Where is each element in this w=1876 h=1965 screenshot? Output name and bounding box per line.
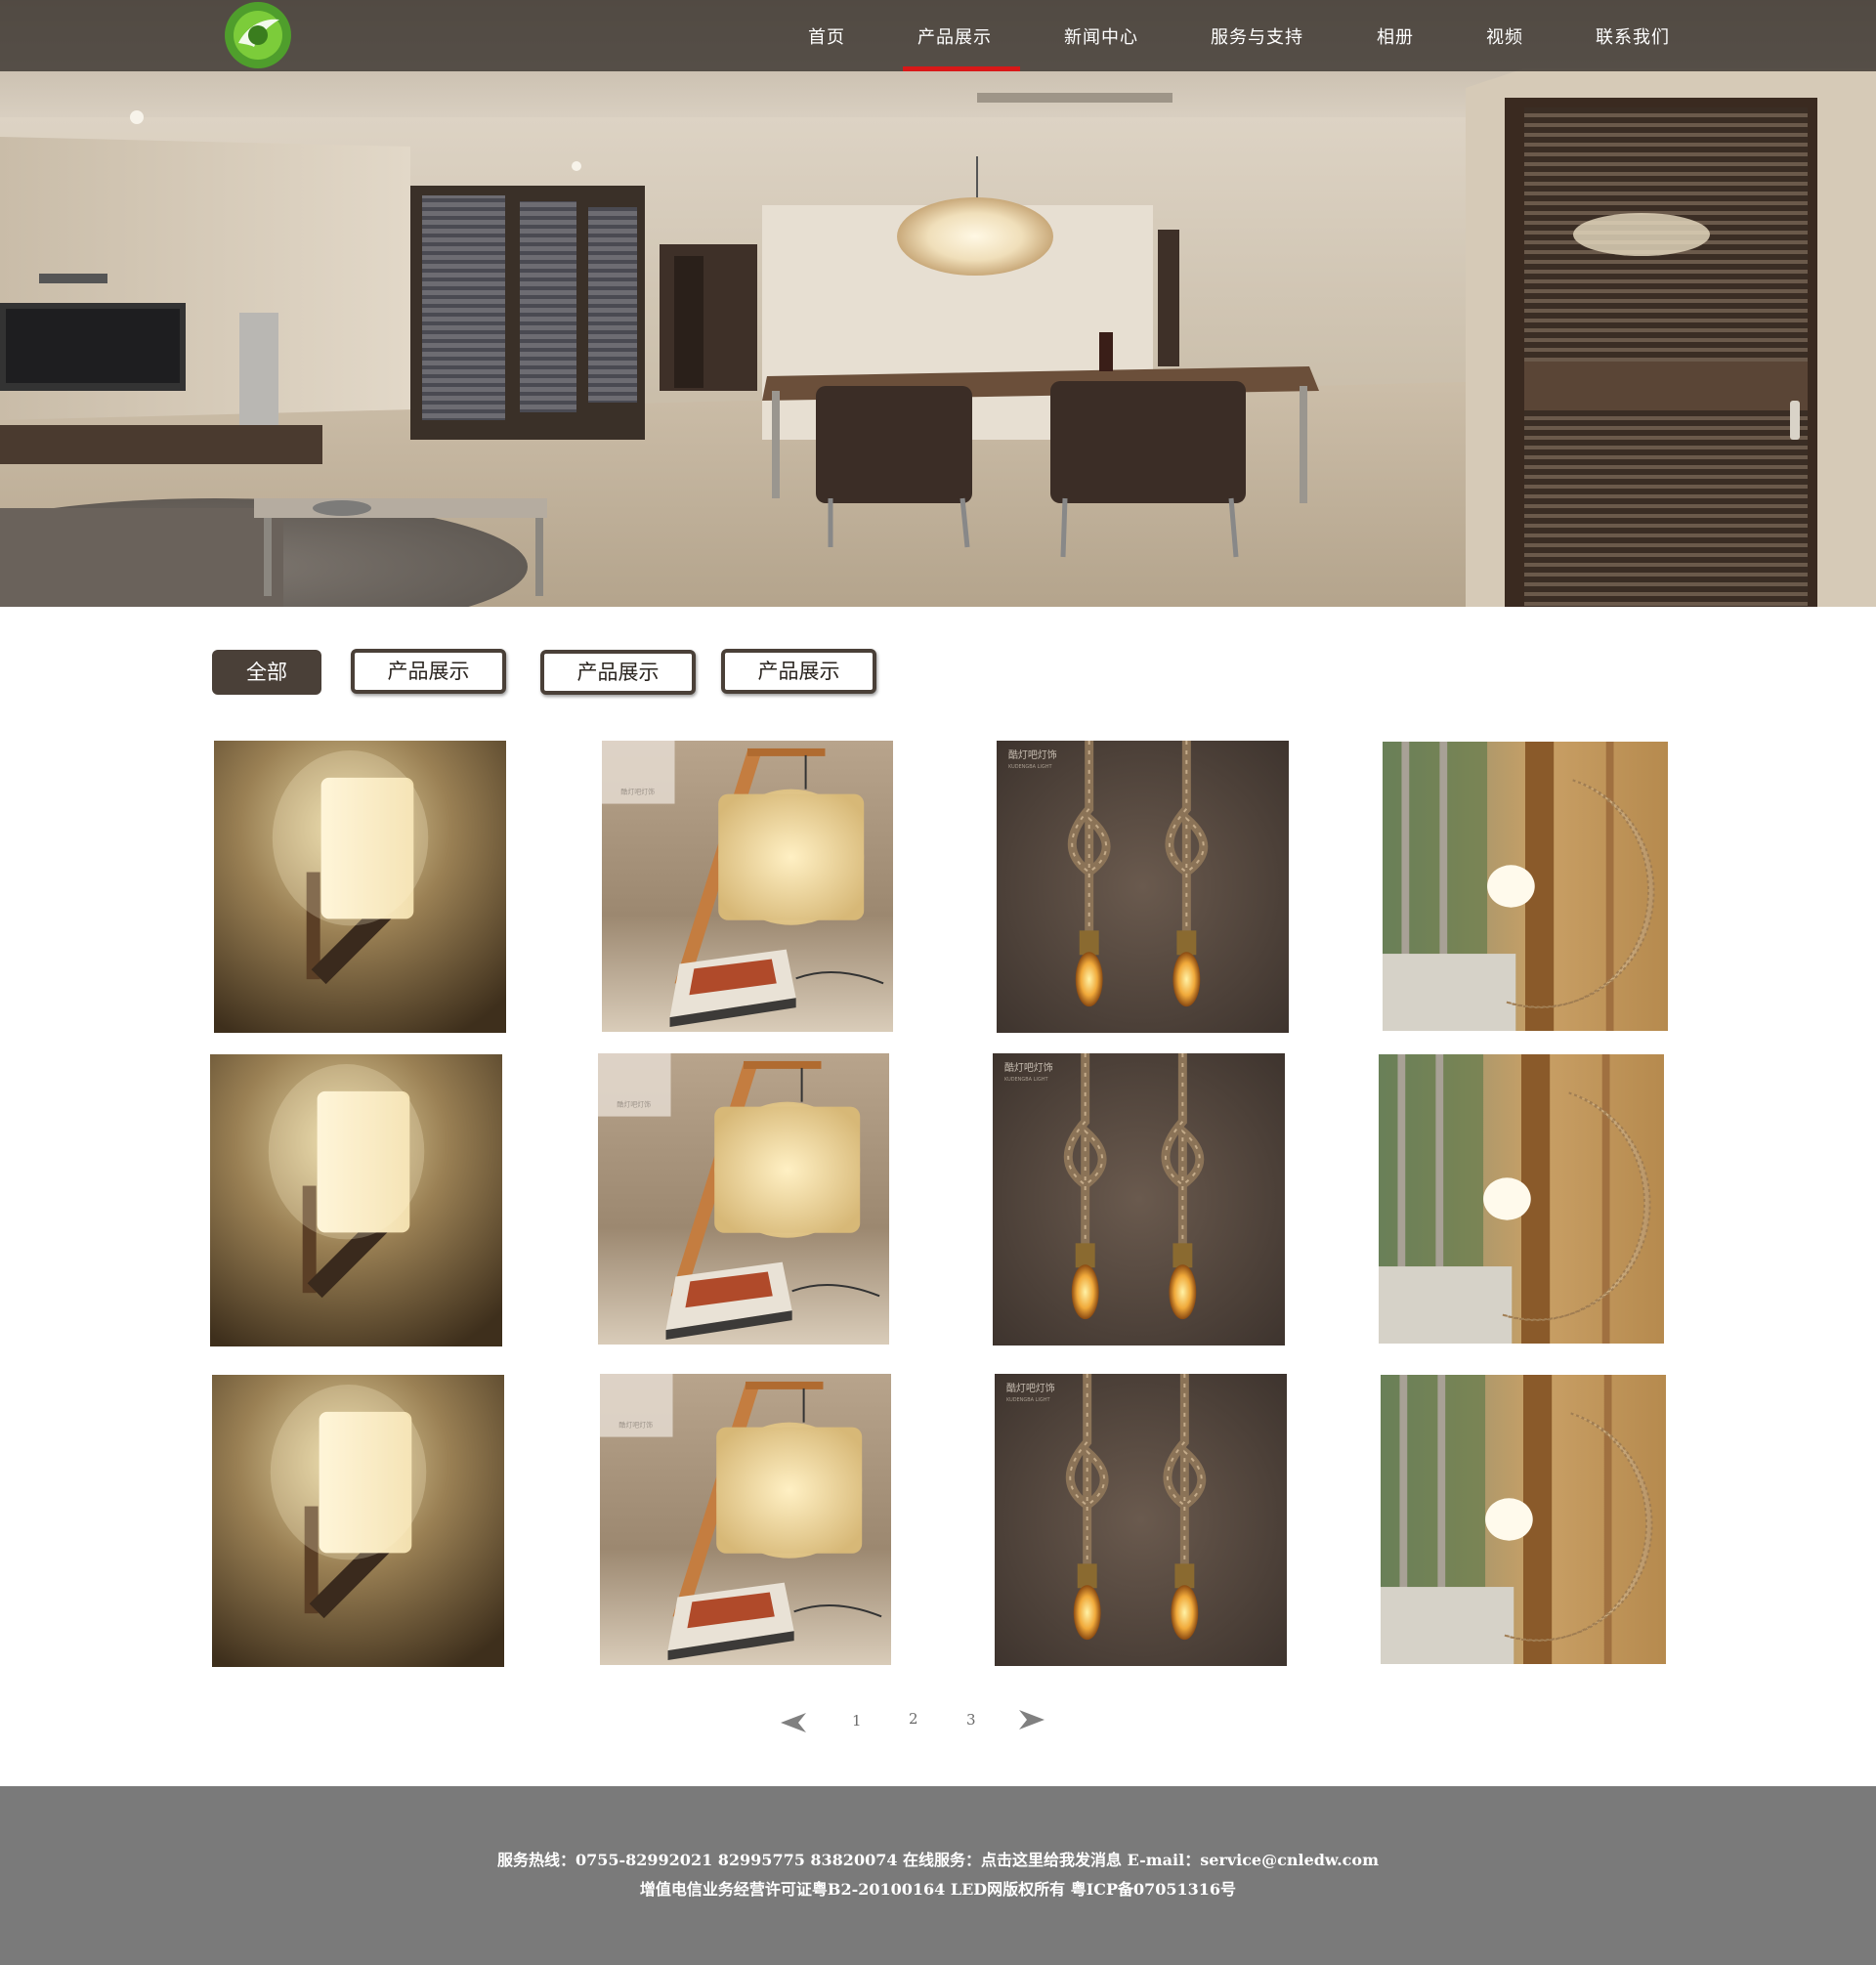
- footer-contact-line: 服务热线：0755-82992021 82995775 83820074 在线服…: [496, 1851, 1380, 1869]
- page-link-1[interactable]: 1: [852, 1712, 862, 1730]
- product-rope-pendant[interactable]: [993, 1053, 1285, 1346]
- leaf-circle-logo-icon[interactable]: [223, 0, 293, 70]
- nav-item-products[interactable]: 产品展示: [917, 23, 992, 49]
- moon-lamp-image: [1379, 1054, 1664, 1344]
- nav-item-album[interactable]: 相册: [1377, 23, 1414, 49]
- filter-tab-products-2[interactable]: 产品展示: [540, 650, 696, 695]
- floor-lamp-image: [600, 1374, 891, 1665]
- moon-lamp-image: [1381, 1375, 1666, 1664]
- active-nav-indicator: [903, 66, 1020, 71]
- floor-lamp-image: [602, 741, 893, 1032]
- nav-item-contact[interactable]: 联系我们: [1596, 23, 1670, 49]
- rope-pendant-image: [993, 1053, 1285, 1346]
- nav-item-service[interactable]: 服务与支持: [1211, 23, 1303, 49]
- filter-tab-products-1[interactable]: 产品展示: [351, 649, 506, 694]
- product-floor-lamp[interactable]: [600, 1374, 891, 1665]
- filter-tab-products-3[interactable]: 产品展示: [721, 649, 876, 694]
- product-wall-sconce[interactable]: [212, 1375, 504, 1667]
- product-floor-lamp[interactable]: [602, 741, 893, 1032]
- nav-item-news[interactable]: 新闻中心: [1064, 23, 1138, 49]
- page-link-3[interactable]: 3: [966, 1711, 976, 1729]
- product-moon-lamp[interactable]: [1379, 1054, 1664, 1344]
- next-page-arrow-icon[interactable]: [1017, 1706, 1046, 1733]
- product-moon-lamp[interactable]: [1383, 742, 1668, 1031]
- wall-sconce-image: [212, 1375, 504, 1667]
- floor-lamp-image: [598, 1053, 889, 1345]
- product-rope-pendant[interactable]: [995, 1374, 1287, 1666]
- product-floor-lamp[interactable]: [598, 1053, 889, 1345]
- site-footer: 服务热线：0755-82992021 82995775 83820074 在线服…: [0, 1786, 1876, 1965]
- product-wall-sconce[interactable]: [214, 741, 506, 1033]
- page-link-2[interactable]: 2: [909, 1710, 918, 1728]
- filter-tab-all[interactable]: 全部: [212, 650, 321, 695]
- rope-pendant-image: [997, 741, 1289, 1033]
- nav-item-video[interactable]: 视频: [1486, 23, 1523, 49]
- interior-dining-room-photo: [0, 0, 1876, 607]
- previous-page-arrow-icon[interactable]: [779, 1709, 808, 1736]
- footer-license-line: 增值电信业务经营许可证粤B2-20100164 LED网版权所有 粤ICP备07…: [639, 1880, 1237, 1899]
- hero-banner: 首页 产品展示 新闻中心 服务与支持 相册 视频 联系我们: [0, 0, 1876, 607]
- product-moon-lamp[interactable]: [1381, 1375, 1666, 1664]
- product-rope-pendant[interactable]: [997, 741, 1289, 1033]
- nav-item-home[interactable]: 首页: [808, 23, 845, 49]
- wall-sconce-image: [214, 741, 506, 1033]
- moon-lamp-image: [1383, 742, 1668, 1031]
- wall-sconce-image: [210, 1054, 502, 1346]
- product-wall-sconce[interactable]: [210, 1054, 502, 1346]
- rope-pendant-image: [995, 1374, 1287, 1666]
